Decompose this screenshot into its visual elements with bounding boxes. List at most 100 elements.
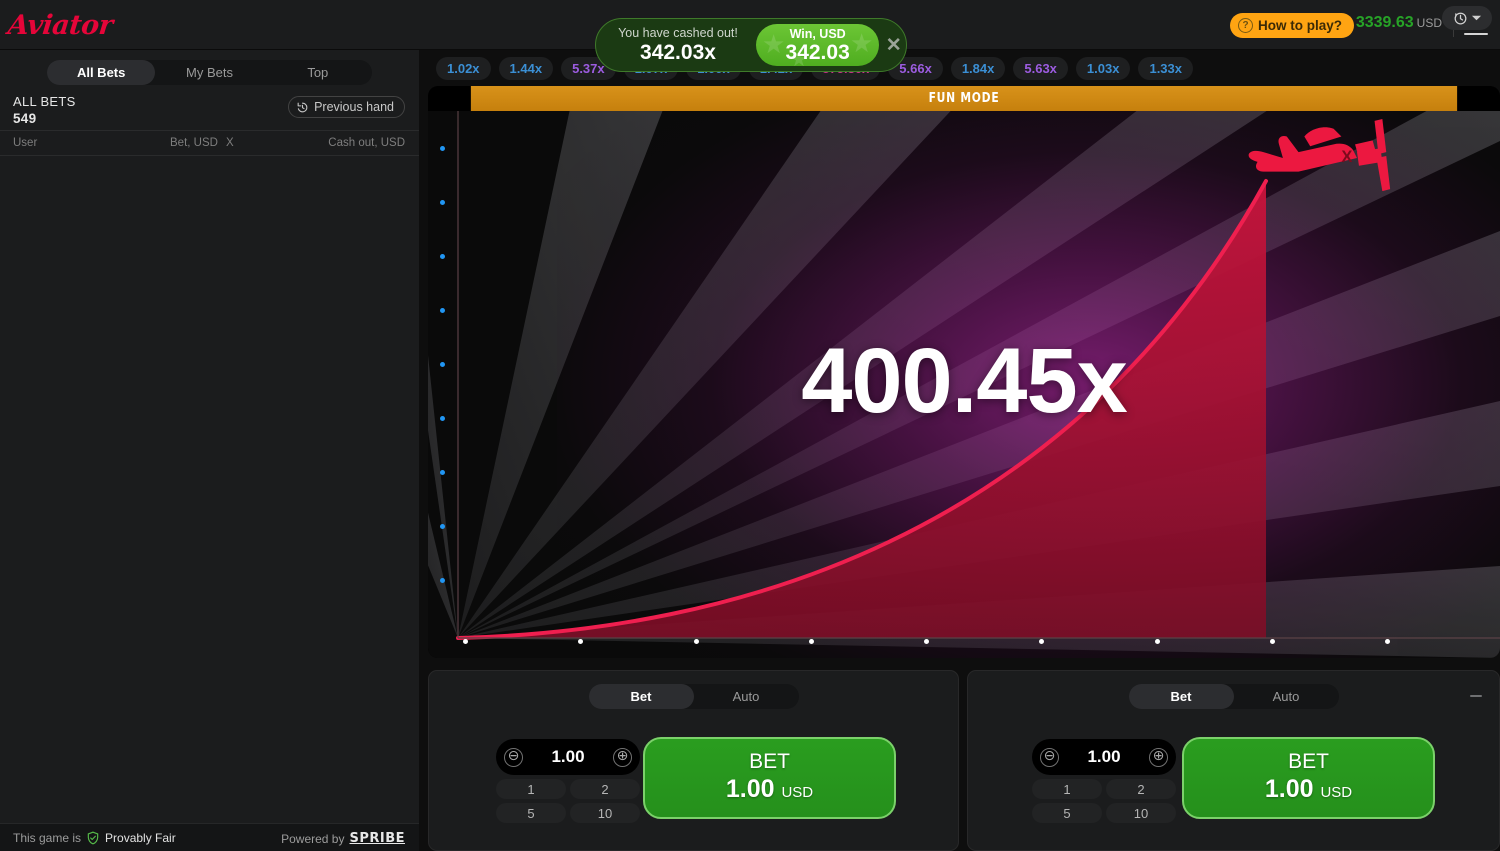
quick-amount-button[interactable]: 10	[570, 803, 640, 823]
bets-list[interactable]	[0, 156, 419, 823]
increase-bet-button[interactable]: ⊕	[613, 748, 632, 767]
close-icon[interactable]: ✕	[881, 34, 906, 57]
previous-hand-button[interactable]: Previous hand	[288, 96, 405, 118]
bets-column-header: User Bet, USD X Cash out, USD	[0, 130, 419, 156]
all-bets-count: 549	[13, 110, 76, 127]
bet-mode-tabs: BetAuto	[589, 684, 799, 709]
history-chip[interactable]: 1.44x	[499, 57, 554, 80]
y-axis-dot	[440, 470, 445, 475]
win-label: Win, USD	[790, 27, 846, 41]
game-stage: 400.45x X	[428, 111, 1500, 658]
place-bet-button[interactable]: BET1.00 USD	[643, 737, 896, 819]
cashout-multiplier: 342.03x	[600, 41, 756, 65]
history-chip[interactable]: 5.63x	[1013, 57, 1068, 80]
quick-amount-button[interactable]: 1	[496, 779, 566, 799]
star-icon: ★	[762, 29, 785, 60]
star-icon: ★	[850, 28, 873, 59]
quick-amount-button[interactable]: 10	[1106, 803, 1176, 823]
y-axis-dot	[440, 254, 445, 259]
history-clock-icon	[296, 101, 309, 114]
bet-mode-tab-bet[interactable]: Bet	[1129, 684, 1234, 709]
history-chip[interactable]: 1.03x	[1076, 57, 1131, 80]
bet-amount-value[interactable]: 1.00	[551, 747, 584, 767]
all-bets-summary: ALL BETS 549	[13, 93, 76, 127]
history-chip[interactable]: 1.33x	[1138, 57, 1193, 80]
win-amount: 342.03	[786, 41, 850, 64]
how-to-play-button[interactable]: ? How to play?	[1230, 13, 1354, 38]
sidebar-tab-all-bets[interactable]: All Bets	[47, 60, 155, 85]
plane-mark: X	[1341, 147, 1352, 166]
quick-amount-button[interactable]: 2	[1106, 779, 1176, 799]
bet-amount-stepper: ⊖ 1.00 ⊕	[1032, 739, 1176, 775]
column-user: User	[13, 137, 37, 149]
collapse-panel-button[interactable]	[1463, 683, 1489, 709]
shield-check-icon	[86, 831, 100, 845]
provably-fair-label: Provably Fair	[105, 831, 176, 845]
cashout-text-group: You have cashed out! 342.03x	[596, 26, 756, 65]
airplane-icon: X	[1240, 115, 1396, 199]
bet-amount-stepper: ⊖ 1.00 ⊕	[496, 739, 640, 775]
bet-button-currency: USD	[1320, 784, 1352, 801]
x-axis-dot	[578, 639, 583, 644]
sidebar-tab-top[interactable]: Top	[264, 60, 372, 85]
x-axis-dot	[924, 639, 929, 644]
bet-button-currency: USD	[781, 784, 813, 801]
history-chip[interactable]: 1.84x	[951, 57, 1006, 80]
bet-button-label: BET	[749, 749, 790, 775]
multiplier-history-bar: 1.02x1.44x5.37x1.07x1.00x1.42x875.30x5.6…	[428, 50, 1500, 86]
bet-panel-2: BetAuto ⊖ 1.00 ⊕ 12510 BET1.00 USD	[967, 670, 1500, 851]
quick-amount-button[interactable]: 5	[1032, 803, 1102, 823]
how-to-play-label: How to play?	[1258, 18, 1342, 33]
balance-display: 3339.63USD	[1356, 14, 1442, 32]
y-axis-dot	[440, 578, 445, 583]
quick-amount-button[interactable]: 5	[496, 803, 566, 823]
history-clock-icon	[1453, 11, 1468, 26]
decrease-bet-button[interactable]: ⊖	[1040, 748, 1059, 767]
bet-mode-tabs: BetAuto	[1129, 684, 1339, 709]
x-axis-dot	[1039, 639, 1044, 644]
x-axis-dot	[463, 639, 468, 644]
quick-amount-group: 12510	[496, 779, 640, 823]
place-bet-button[interactable]: BET1.00 USD	[1182, 737, 1435, 819]
cashout-toast: You have cashed out! 342.03x ★ ★ ★ Win, …	[595, 18, 907, 72]
bet-mode-tab-auto[interactable]: Auto	[1234, 684, 1339, 709]
x-axis-dot	[809, 639, 814, 644]
aviator-logo: Aviator	[6, 10, 114, 41]
question-mark-icon: ?	[1238, 18, 1253, 33]
history-chip[interactable]: 1.02x	[436, 57, 491, 80]
previous-hand-label: Previous hand	[314, 100, 394, 114]
chevron-down-icon	[1471, 14, 1482, 22]
history-toggle-button[interactable]	[1442, 6, 1492, 30]
quick-amount-button[interactable]: 1	[1032, 779, 1102, 799]
bet-mode-tab-auto[interactable]: Auto	[694, 684, 799, 709]
quick-amount-button[interactable]: 2	[570, 779, 640, 799]
current-multiplier: 400.45x	[428, 329, 1500, 434]
footer-prefix: This game is	[13, 831, 81, 845]
bets-sidebar: All BetsMy BetsTop ALL BETS 549 Previous…	[0, 50, 419, 851]
decrease-bet-button[interactable]: ⊖	[504, 748, 523, 767]
powered-by-group: Powered by SPRIBE	[281, 831, 405, 846]
y-axis-dot	[440, 200, 445, 205]
x-axis-dot	[1155, 639, 1160, 644]
y-axis-dot	[440, 146, 445, 151]
bet-panel-1: BetAuto ⊖ 1.00 ⊕ 12510BET1.00 USD	[428, 670, 959, 851]
bets-tab-bar: All BetsMy BetsTop	[47, 60, 372, 85]
game-canvas: FUN MODE	[428, 86, 1500, 658]
column-multiplier: X	[226, 137, 234, 149]
y-axis-dot	[440, 524, 445, 529]
y-axis-dot	[440, 308, 445, 313]
bet-amount-value[interactable]: 1.00	[1087, 747, 1120, 767]
bet-button-label: BET	[1288, 749, 1329, 775]
balance-currency: USD	[1417, 16, 1442, 30]
all-bets-title: ALL BETS	[13, 93, 76, 110]
fun-mode-banner: FUN MODE	[471, 86, 1457, 111]
bet-mode-tab-bet[interactable]: Bet	[589, 684, 694, 709]
powered-by-label: Powered by	[281, 832, 344, 846]
spribe-logo: SPRIBE	[349, 831, 405, 846]
x-axis-dot	[694, 639, 699, 644]
sidebar-tab-my-bets[interactable]: My Bets	[155, 60, 263, 85]
increase-bet-button[interactable]: ⊕	[1149, 748, 1168, 767]
cashout-message: You have cashed out!	[600, 26, 756, 41]
provably-fair-group[interactable]: This game is Provably Fair	[13, 831, 176, 845]
x-axis-dot	[1270, 639, 1275, 644]
